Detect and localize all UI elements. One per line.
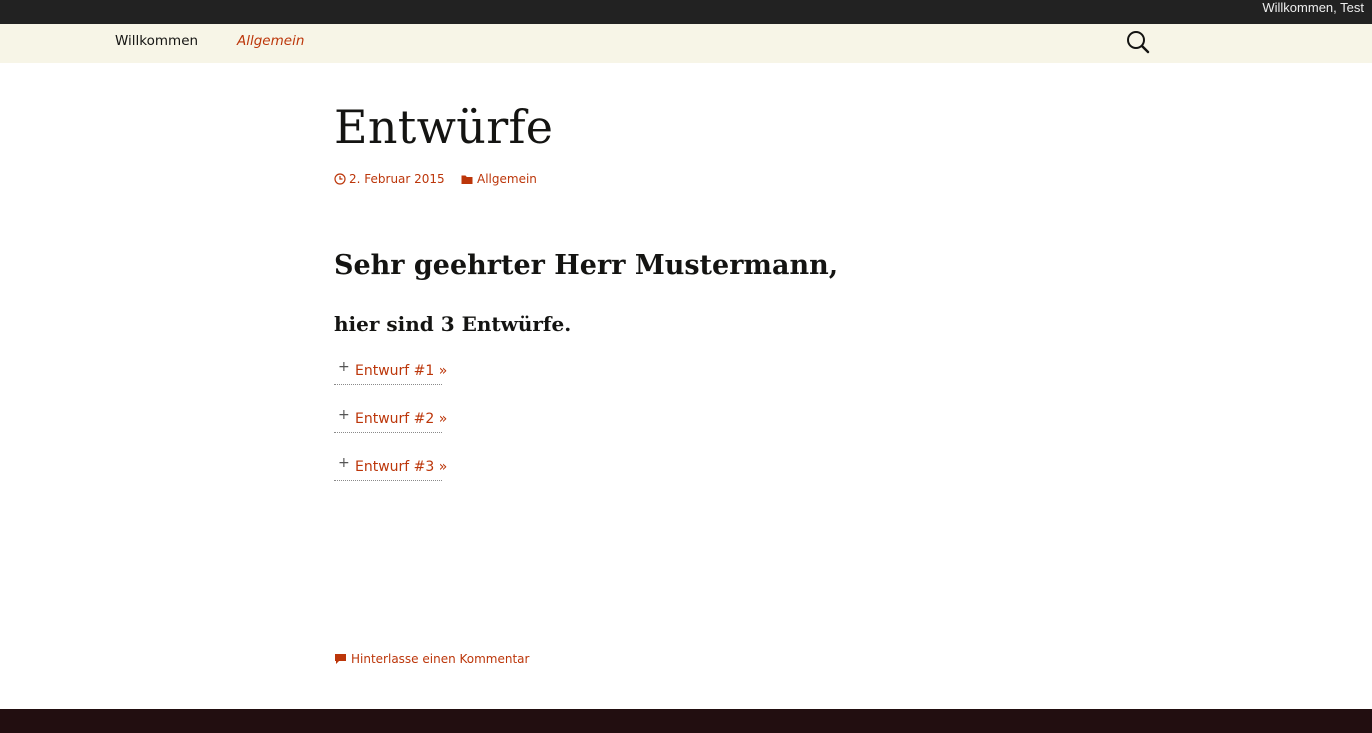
draft-toggle-3[interactable]: + Entwurf #3 » [334,455,447,481]
post-date-link[interactable]: 2. Februar 2015 [334,172,445,186]
admin-bar: Willkommen, Test [0,0,1372,24]
post-category-link[interactable]: Allgemein [461,172,537,186]
admin-greeting[interactable]: Willkommen, Test [1262,0,1364,24]
leave-comment-label: Hinterlasse einen Kommentar [351,652,530,666]
nav-item-allgemein[interactable]: Allgemein [237,24,304,63]
folder-icon [461,175,473,184]
plus-icon: + [338,407,350,423]
comment-icon [335,654,346,664]
nav-item-willkommen[interactable]: Willkommen [115,24,198,63]
salutation-heading: Sehr geehrter Herr Mustermann, [334,250,839,281]
drafts-subheading: hier sind 3 Entwürfe. [334,312,572,336]
main-navigation: Willkommen Allgemein [0,24,1372,63]
draft-toggle-2[interactable]: + Entwurf #2 » [334,407,447,433]
draft-label: Entwurf #3 » [355,459,448,475]
draft-toggle-1[interactable]: + Entwurf #1 » [334,359,447,385]
site-footer [0,709,1372,733]
search-icon[interactable] [1124,28,1152,56]
plus-icon: + [338,455,350,471]
leave-comment-link[interactable]: Hinterlasse einen Kommentar [334,650,529,668]
plus-icon: + [338,359,350,375]
clock-icon [334,173,346,185]
post-date: 2. Februar 2015 [349,172,445,186]
page-title: Entwürfe [334,100,554,154]
draft-label: Entwurf #1 » [355,363,448,379]
post-category: Allgemein [477,172,537,186]
draft-label: Entwurf #2 » [355,411,448,427]
